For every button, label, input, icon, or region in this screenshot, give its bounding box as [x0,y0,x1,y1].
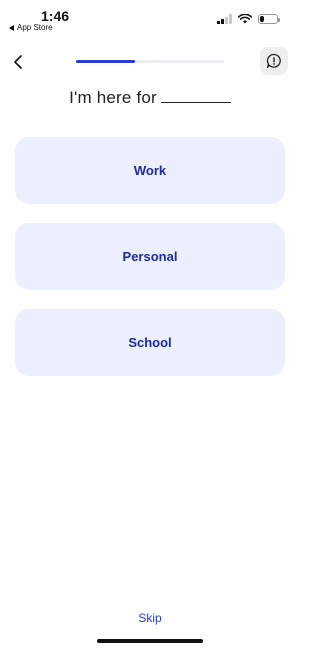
wifi-icon [238,14,252,24]
home-indicator [97,639,203,643]
option-school-button[interactable]: School [15,309,285,376]
back-triangle-icon [9,24,14,31]
onboarding-progress-bar [76,60,224,63]
chevron-left-icon [14,55,22,69]
prompt-blank [160,88,231,103]
help-chat-button[interactable] [260,47,288,75]
progress-fill [76,60,136,63]
back-button[interactable] [8,52,28,72]
prompt-text: I'm here for [69,88,157,107]
back-to-app-link[interactable]: App Store [9,23,53,32]
status-bar: 1:46 App Store [0,0,300,40]
battery-level [260,16,265,22]
option-list: Work Personal School [15,137,285,395]
battery-icon [258,14,280,24]
page-title: I'm here for [0,88,300,108]
skip-button[interactable]: Skip [0,611,300,625]
cellular-signal-icon [217,14,232,24]
back-to-app-label: App Store [17,23,53,32]
option-personal-button[interactable]: Personal [15,223,285,290]
status-time: 1:46 [41,8,70,24]
message-alert-icon [266,53,281,69]
status-icons [217,14,280,24]
option-work-button[interactable]: Work [15,137,285,204]
